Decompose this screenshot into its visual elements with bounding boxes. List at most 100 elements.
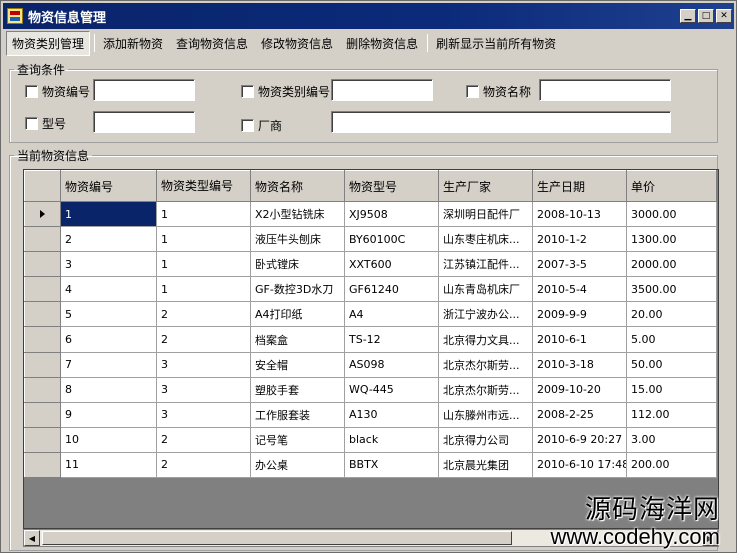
table-cell[interactable]: 7 <box>60 351 157 378</box>
table-cell[interactable]: 5.00 <box>626 326 717 353</box>
table-cell[interactable]: XXT600 <box>344 251 439 278</box>
menu-delete-item[interactable]: 删除物资信息 <box>341 32 423 55</box>
table-cell[interactable]: 2 <box>156 426 251 453</box>
row-header[interactable] <box>24 200 61 228</box>
table-cell[interactable]: black <box>344 426 439 453</box>
table-cell[interactable]: AS098 <box>344 351 439 378</box>
table-cell[interactable]: A4打印纸 <box>250 301 345 328</box>
table-cell[interactable]: 2 <box>156 451 251 479</box>
table-cell[interactable]: 1 <box>156 226 251 253</box>
table-cell[interactable]: 3 <box>156 376 251 403</box>
table-cell[interactable]: 液压牛头刨床 <box>250 226 345 253</box>
table-cell[interactable]: GF-数控3D水刀 <box>250 276 345 303</box>
table-cell[interactable]: 北京晨光集团 <box>438 451 533 479</box>
close-icon[interactable]: ✕ <box>716 9 732 23</box>
table-cell[interactable]: 1 <box>156 251 251 278</box>
table-cell[interactable]: 安全帽 <box>250 351 345 378</box>
table-cell[interactable]: 2009-10-20 <box>532 376 627 403</box>
menu-category-manage[interactable]: 物资类别管理 <box>6 30 91 56</box>
menu-add-item[interactable]: 添加新物资 <box>98 32 168 55</box>
table-cell[interactable]: 3 <box>156 401 251 428</box>
type-code-checkbox-control[interactable]: 物资类别编号 <box>241 83 330 100</box>
table-cell[interactable]: 2 <box>60 226 157 253</box>
column-header[interactable]: 单价 <box>626 170 717 202</box>
table-cell[interactable]: 3000.00 <box>626 200 717 228</box>
table-cell[interactable]: 5 <box>60 301 157 328</box>
name-input[interactable] <box>539 79 671 101</box>
row-header[interactable] <box>24 276 61 303</box>
menu-query-item[interactable]: 查询物资信息 <box>171 32 253 55</box>
table-cell[interactable]: GF61240 <box>344 276 439 303</box>
column-header[interactable]: 物资编号 <box>60 170 157 202</box>
row-header[interactable] <box>24 301 61 328</box>
scroll-left-icon[interactable]: ◀ <box>24 530 40 546</box>
table-cell[interactable]: 15.00 <box>626 376 717 403</box>
table-row[interactable]: 3 1 卧式镗床 XXT600 江苏镇江配件... 2007-3-5 2000.00 <box>24 251 717 278</box>
table-cell[interactable]: X2小型钻铣床 <box>250 200 345 228</box>
table-cell[interactable]: BBTX <box>344 451 439 479</box>
table-cell[interactable]: 2010-3-18 <box>532 351 627 378</box>
table-row[interactable]: 8 3 塑胶手套 WQ-445 北京杰尔斯劳... 2009-10-20 15.00 <box>24 376 717 403</box>
table-row[interactable]: 4 1 GF-数控3D水刀 GF61240 山东青岛机床厂 2010-5-4 3500.00 <box>24 276 717 303</box>
table-cell[interactable]: 山东枣庄机床... <box>438 226 533 253</box>
table-cell[interactable]: 1 <box>156 200 251 228</box>
table-row[interactable]: 6 2 档案盒 TS-12 北京得力文具... 2010-6-1 5.00 <box>24 326 717 353</box>
table-cell[interactable]: 50.00 <box>626 351 717 378</box>
table-cell[interactable]: 2 <box>156 301 251 328</box>
table-row[interactable]: 9 3 工作服套装 A130 山东滕州市远... 2008-2-25 112.00 <box>24 401 717 428</box>
scroll-thumb[interactable] <box>42 531 512 545</box>
table-cell[interactable]: 卧式镗床 <box>250 251 345 278</box>
row-header[interactable] <box>24 451 61 479</box>
table-cell[interactable]: 20.00 <box>626 301 717 328</box>
table-cell[interactable]: 2010-6-1 <box>532 326 627 353</box>
table-cell[interactable]: 北京杰尔斯劳... <box>438 376 533 403</box>
row-header[interactable] <box>24 251 61 278</box>
table-cell[interactable]: 10 <box>60 426 157 453</box>
table-cell[interactable]: WQ-445 <box>344 376 439 403</box>
code-input[interactable] <box>93 79 195 101</box>
table-row[interactable]: 7 3 安全帽 AS098 北京杰尔斯劳... 2010-3-18 50.00 <box>24 351 717 378</box>
table-row[interactable]: 10 2 记号笔 black 北京得力公司 2010-6-9 20:27 3.00 <box>24 426 717 453</box>
table-cell[interactable]: 工作服套装 <box>250 401 345 428</box>
menu-refresh-all[interactable]: 刷新显示当前所有物资 <box>431 32 561 55</box>
maximize-icon[interactable]: □ <box>698 9 714 23</box>
type-code-input[interactable] <box>331 79 433 101</box>
table-cell[interactable]: A130 <box>344 401 439 428</box>
table-cell[interactable]: 2 <box>156 326 251 353</box>
table-cell[interactable]: A4 <box>344 301 439 328</box>
items-data-grid[interactable]: 物资编号 物资类型编号 物资名称 物资型号 生产厂家 生产日期 单价 1 1 X2小… <box>23 169 719 529</box>
table-cell[interactable]: 8 <box>60 376 157 403</box>
table-cell[interactable]: 2008-10-13 <box>532 200 627 228</box>
model-checkbox[interactable] <box>25 117 38 130</box>
table-cell[interactable]: 浙江宁波办公... <box>438 301 533 328</box>
table-row[interactable]: 2 1 液压牛头刨床 BY60100C 山东枣庄机床... 2010-1-2 1300.00 <box>24 226 717 253</box>
column-header[interactable]: 物资型号 <box>344 170 439 202</box>
code-checkbox-control[interactable]: 物资编号 <box>25 83 90 100</box>
table-cell[interactable]: 塑胶手套 <box>250 376 345 403</box>
model-checkbox-control[interactable]: 型号 <box>25 115 66 132</box>
row-header[interactable] <box>24 226 61 253</box>
row-header[interactable] <box>24 426 61 453</box>
table-cell[interactable]: 记号笔 <box>250 426 345 453</box>
table-cell[interactable]: 北京杰尔斯劳... <box>438 351 533 378</box>
table-cell[interactable]: 2010-6-9 20:27 <box>532 426 627 453</box>
row-header[interactable] <box>24 351 61 378</box>
table-cell[interactable]: 2010-6-10 17:48 <box>532 451 627 479</box>
table-cell[interactable]: 9 <box>60 401 157 428</box>
table-cell[interactable]: 2010-1-2 <box>532 226 627 253</box>
table-cell[interactable]: 2009-9-9 <box>532 301 627 328</box>
table-cell[interactable]: 档案盒 <box>250 326 345 353</box>
table-cell[interactable]: 1 <box>60 200 157 228</box>
table-cell[interactable]: 3500.00 <box>626 276 717 303</box>
code-checkbox[interactable] <box>25 85 38 98</box>
name-checkbox-control[interactable]: 物资名称 <box>466 83 531 100</box>
maker-input[interactable] <box>331 111 671 133</box>
table-cell[interactable]: 山东青岛机床厂 <box>438 276 533 303</box>
table-cell[interactable]: BY60100C <box>344 226 439 253</box>
table-cell[interactable]: 1 <box>156 276 251 303</box>
row-header[interactable] <box>24 376 61 403</box>
type-code-checkbox[interactable] <box>241 85 254 98</box>
table-cell[interactable]: 6 <box>60 326 157 353</box>
table-cell[interactable]: TS-12 <box>344 326 439 353</box>
table-row[interactable]: 11 2 办公桌 BBTX 北京晨光集团 2010-6-10 17:48 200.00 <box>24 451 717 479</box>
